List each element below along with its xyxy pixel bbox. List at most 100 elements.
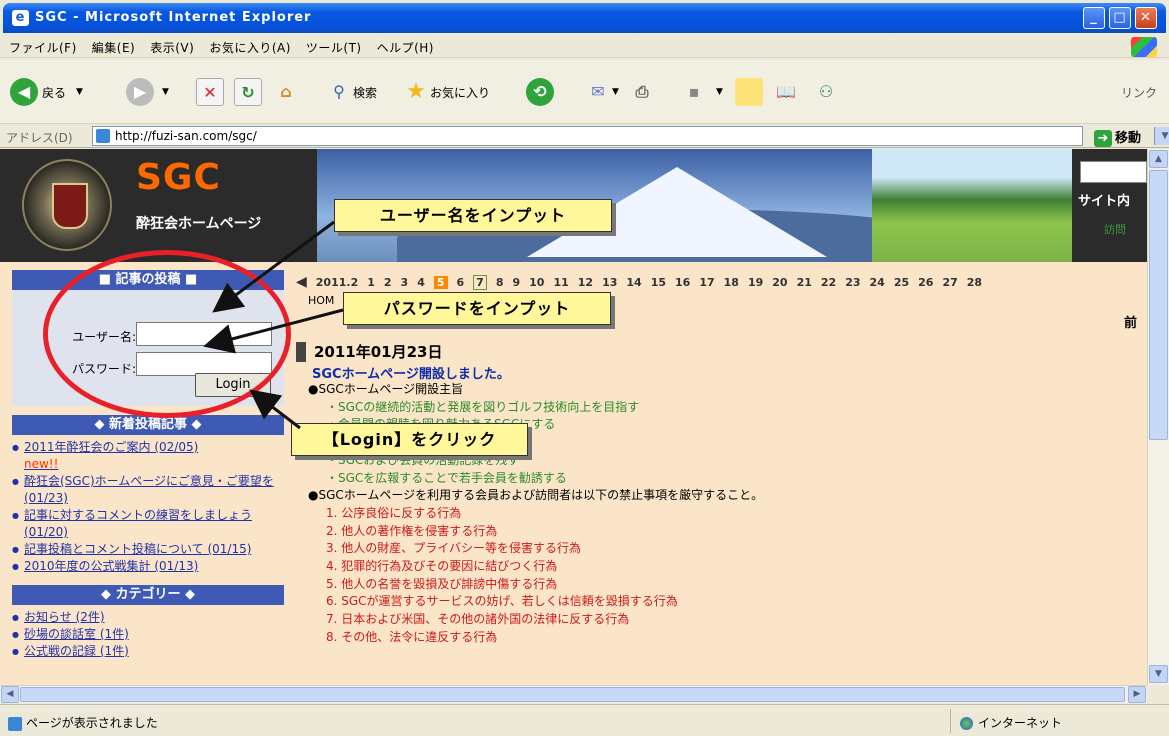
callout-username: ユーザー名をインプット xyxy=(334,199,612,232)
calendar-day[interactable]: 9 xyxy=(512,276,520,289)
scroll-right-icon[interactable]: ▶ xyxy=(1128,686,1146,703)
favorites-label: お気に入り xyxy=(430,85,491,100)
messenger-button[interactable]: ⚇ xyxy=(812,75,840,109)
research-button[interactable]: 📖 xyxy=(772,75,800,109)
forward-button[interactable]: ▶ ▼ xyxy=(126,75,169,109)
new-post-item[interactable]: 酔狂会(SGC)ホームページにご意見・ご要望を (01/23) xyxy=(12,473,284,507)
history-button[interactable]: ⟲ xyxy=(526,75,554,109)
post-line: 3. 他人の財産、プライバシー等を侵害する行為 xyxy=(326,541,582,556)
calendar-day[interactable]: 10 xyxy=(529,276,544,289)
club-emblem-logo xyxy=(22,159,112,251)
hscroll-thumb[interactable] xyxy=(20,687,1125,702)
address-input[interactable]: http://fuzi-san.com/sgc/ ▼ xyxy=(92,126,1169,146)
new-posts-list: 2011年酔狂会のご案内 (02/05)new!! 酔狂会(SGC)ホームページ… xyxy=(12,435,284,579)
post-line: 2. 他人の著作権を侵害する行為 xyxy=(326,523,498,538)
calendar-day[interactable]: 3 xyxy=(401,276,409,289)
post-line: ・SGCを広報することで若手会員を勧誘する xyxy=(326,470,567,485)
calendar-day[interactable]: 11 xyxy=(553,276,568,289)
menu-help[interactable]: ヘルプ(H) xyxy=(368,36,440,56)
visit-label: 訪問 xyxy=(1104,223,1126,236)
scroll-thumb[interactable] xyxy=(1149,170,1168,440)
scroll-down-icon[interactable]: ▼ xyxy=(1149,665,1168,683)
calendar-day[interactable]: 15 xyxy=(651,276,666,289)
status-bar: ページが表示されました インターネット xyxy=(0,704,1169,736)
post-body: ●SGCホームページ開設主旨 ・SGCの継続的活動と発展を図りゴルフ技術向上を目指… xyxy=(308,381,1138,647)
calendar-day[interactable]: 12 xyxy=(578,276,593,289)
links-label[interactable]: リンク xyxy=(1121,84,1157,101)
calendar-day[interactable]: 7 xyxy=(473,275,487,290)
mail-icon: ✉ xyxy=(591,82,605,101)
category-item[interactable]: 公式戦の記録 (1件) xyxy=(12,643,284,660)
forward-arrow-icon: ▶ xyxy=(126,78,154,106)
back-button[interactable]: ◀ 戻る ▼ xyxy=(10,75,83,109)
prev-link[interactable]: 前 xyxy=(1124,312,1137,331)
menu-view[interactable]: 表示(V) xyxy=(141,36,200,56)
calendar-day[interactable]: 4 xyxy=(417,276,425,289)
calendar-day[interactable]: 18 xyxy=(724,276,739,289)
stop-button[interactable]: ✕ xyxy=(196,75,224,109)
calendar-day[interactable]: 28 xyxy=(967,276,982,289)
new-posts-header: ◆ 新着投稿記事 ◆ xyxy=(12,415,284,435)
new-post-item[interactable]: 2011年酔狂会のご案内 (02/05)new!! xyxy=(12,439,284,473)
category-item[interactable]: 砂場の談話室 (1件) xyxy=(12,626,284,643)
address-url: http://fuzi-san.com/sgc/ xyxy=(115,129,257,143)
discuss-button[interactable] xyxy=(735,75,763,109)
highlight-circle xyxy=(43,250,291,418)
home-button[interactable]: ⌂ xyxy=(272,75,300,109)
new-post-item[interactable]: 記事に対するコメントの練習をしましょう (01/20) xyxy=(12,507,284,541)
horizontal-scrollbar[interactable]: ◀ ▶ xyxy=(0,685,1147,703)
scroll-left-icon[interactable]: ◀ xyxy=(1,686,19,703)
calendar-day[interactable]: 27 xyxy=(942,276,957,289)
menu-file[interactable]: ファイル(F) xyxy=(0,36,83,56)
menu-bar: ファイル(F) 編集(E) 表示(V) お気に入り(A) ツール(T) ヘルプ(H) xyxy=(0,36,1169,58)
print-button[interactable]: ⎙ xyxy=(628,75,656,109)
print-icon: ⎙ xyxy=(635,82,649,101)
home-link[interactable]: HOM xyxy=(308,294,334,307)
post-line: 6. SGCが運営するサービスの妨げ、若しくは信頼を毀損する行為 xyxy=(326,594,678,609)
menu-tools[interactable]: ツール(T) xyxy=(297,36,368,56)
favorites-button[interactable]: ★ お気に入り xyxy=(402,75,490,109)
calendar-prev-icon[interactable]: ◀ xyxy=(296,274,307,290)
new-post-item[interactable]: 2010年度の公式戦集計 (01/13) xyxy=(12,558,284,575)
refresh-button[interactable]: ↻ xyxy=(234,75,262,109)
mail-button[interactable]: ✉ ▼ xyxy=(584,75,619,109)
menu-favorites[interactable]: お気に入り(A) xyxy=(200,36,297,56)
address-label: アドレス(D) xyxy=(6,131,73,145)
calendar-day[interactable]: 1 xyxy=(367,276,375,289)
calendar-day[interactable]: 2 xyxy=(384,276,392,289)
calendar-day[interactable]: 19 xyxy=(748,276,763,289)
category-item[interactable]: お知らせ (2件) xyxy=(12,609,284,626)
post-date: 2011年01月23日 xyxy=(296,342,443,362)
new-post-item[interactable]: 記事投稿とコメント投稿について (01/15) xyxy=(12,541,284,558)
history-icon: ⟲ xyxy=(526,78,554,106)
maximize-button[interactable]: □ xyxy=(1109,7,1131,29)
calendar-day[interactable]: 8 xyxy=(496,276,504,289)
ie-icon: e xyxy=(12,10,29,26)
calendar-day[interactable]: 14 xyxy=(626,276,641,289)
calendar-day[interactable]: 6 xyxy=(457,276,465,289)
calendar-day[interactable]: 5 xyxy=(433,276,448,289)
calendar-day[interactable]: 22 xyxy=(821,276,836,289)
calendar-day[interactable]: 23 xyxy=(845,276,860,289)
edit-icon: ▪ xyxy=(688,82,700,101)
vertical-scrollbar[interactable]: ▲ ▼ xyxy=(1147,149,1169,685)
calendar-day[interactable]: 25 xyxy=(894,276,909,289)
close-button[interactable]: ✕ xyxy=(1135,7,1157,29)
post-line: 5. 他人の名誉を毀損及び誹謗中傷する行為 xyxy=(326,576,558,591)
search-button[interactable]: ⚲ 検索 xyxy=(325,75,377,109)
calendar-day[interactable]: 20 xyxy=(772,276,787,289)
calendar-day[interactable]: 21 xyxy=(797,276,812,289)
site-search-input[interactable] xyxy=(1080,161,1147,183)
address-dropdown-icon[interactable]: ▼ xyxy=(1154,127,1169,145)
calendar-day[interactable]: 26 xyxy=(918,276,933,289)
calendar-day[interactable]: 13 xyxy=(602,276,617,289)
go-button[interactable]: ➜ 移動 xyxy=(1094,127,1141,147)
calendar-day[interactable]: 16 xyxy=(675,276,690,289)
post-title[interactable]: SGCホームページ開設しました。 xyxy=(312,363,510,382)
edit-button[interactable]: ▪ ▼ xyxy=(680,75,723,109)
calendar-day[interactable]: 17 xyxy=(699,276,714,289)
menu-edit[interactable]: 編集(E) xyxy=(83,36,141,56)
scroll-up-icon[interactable]: ▲ xyxy=(1149,150,1168,168)
calendar-day[interactable]: 24 xyxy=(870,276,885,289)
minimize-button[interactable]: _ xyxy=(1083,7,1105,29)
